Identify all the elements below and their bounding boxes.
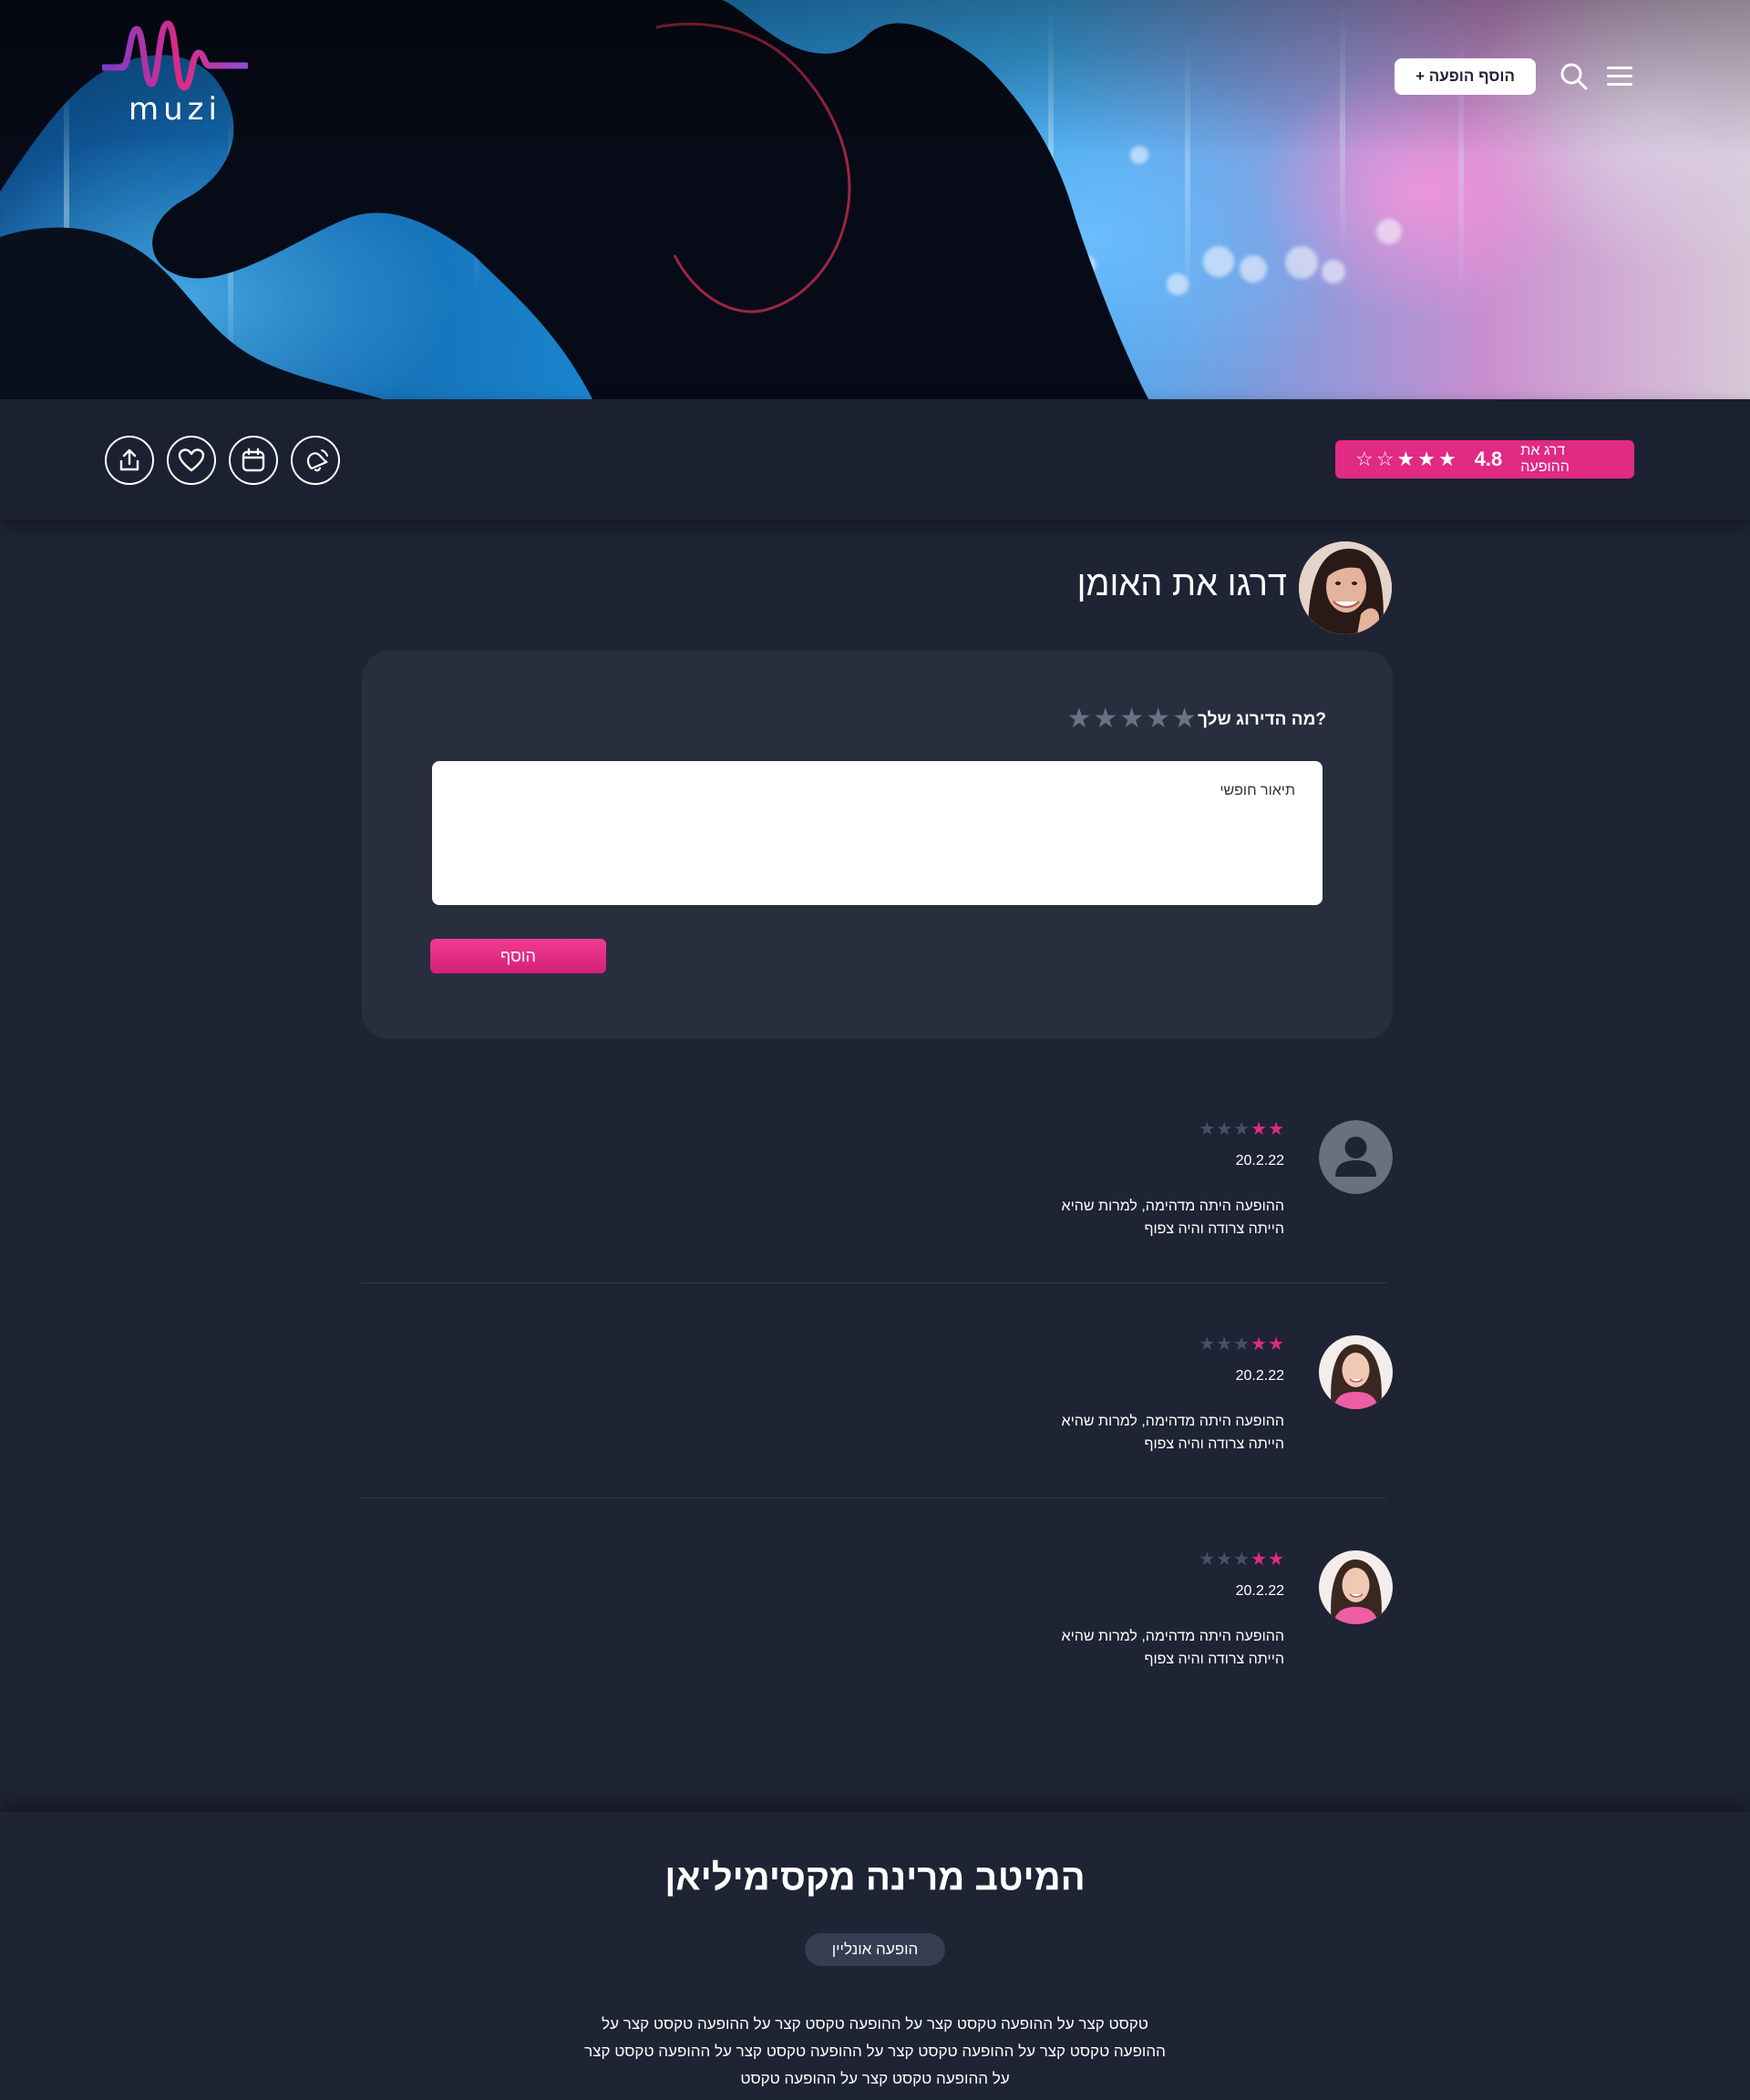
rate-artist-title: דרגו את האומן: [1076, 565, 1287, 603]
event-title: המיטב מרינה מקסימיליאן: [664, 1858, 1086, 1898]
star-empty-icon: ★: [1233, 1549, 1251, 1570]
star-empty-icon: ★: [1216, 1549, 1233, 1570]
star-input-icon[interactable]: ★: [1066, 705, 1091, 733]
rating-input-stars[interactable]: ★ ★ ★ ★ ★: [1066, 705, 1197, 733]
review-text: ההופעה היתה מדהימה, למרות שהיא הייתה צרו…: [1061, 1414, 1284, 1452]
star-outline-icon: ☆: [1355, 448, 1374, 470]
star-input-icon[interactable]: ★: [1093, 705, 1117, 733]
avatar: [1319, 1550, 1393, 1624]
avatar: [1319, 1120, 1393, 1194]
review-text: ההופעה היתה מדהימה, למרות שהיא הייתה צרו…: [1061, 1199, 1284, 1237]
menu-button[interactable]: [1607, 67, 1632, 87]
star-empty-icon: ★: [1233, 1334, 1251, 1354]
user-photo: [1319, 1550, 1393, 1624]
review-date: 20.2.22: [1235, 1368, 1284, 1384]
star-input-icon[interactable]: ★: [1146, 705, 1170, 733]
notification-icon: [306, 449, 328, 472]
star-empty-icon: ★: [1199, 1334, 1216, 1354]
star-empty-icon: ★: [1216, 1334, 1233, 1354]
divider: [362, 1282, 1386, 1283]
search-button[interactable]: [1560, 62, 1589, 91]
star-empty-icon: ★: [1199, 1119, 1216, 1139]
review-form: מה הדירוג שלך? ★ ★ ★ ★ ★ הוסף: [362, 651, 1393, 1039]
add-show-button[interactable]: + הוסף הופעה: [1395, 58, 1536, 95]
star-filled-icon: ★: [1251, 1119, 1268, 1139]
review-date: 20.2.22: [1235, 1153, 1284, 1168]
review-date: 20.2.22: [1235, 1583, 1284, 1599]
star-empty-icon: ★: [1216, 1119, 1233, 1139]
star-filled-icon: ★: [1268, 1549, 1284, 1570]
add-review-button[interactable]: הוסף: [430, 939, 606, 973]
review-item: ★ ★ ★ ★ ★ 20.2.22 ההופעה היתה מדהימה, למ…: [362, 1550, 1393, 1733]
menu-icon-line: [1607, 75, 1632, 77]
menu-icon-line: [1607, 83, 1632, 86]
share-icon: [119, 448, 139, 471]
review-description-input[interactable]: [432, 761, 1323, 905]
star-filled-icon: ★: [1396, 448, 1415, 470]
menu-icon: [1607, 67, 1632, 69]
review-item: ★ ★ ★ ★ ★ 20.2.22 ההופעה היתה מדהימה, למ…: [362, 1120, 1393, 1302]
star-input-icon[interactable]: ★: [1119, 705, 1144, 733]
rate-show-label: דרג את ההופעה: [1520, 443, 1570, 475]
star-input-icon[interactable]: ★: [1172, 705, 1197, 733]
star-filled-icon: ★: [1268, 1334, 1284, 1354]
star-empty-icon: ★: [1199, 1549, 1216, 1570]
user-photo: [1319, 1335, 1393, 1409]
artist-photo: [1299, 541, 1392, 634]
action-bar: דרג את ההופעה 4.8 ★ ★ ★ ☆ ☆: [0, 399, 1750, 520]
rating-stars: ★ ★ ★ ☆ ☆: [1355, 449, 1457, 469]
logo-wave-icon: [100, 20, 250, 91]
event-info-section: המיטב מרינה מקסימיליאן הופעה אונליין טקס…: [0, 1812, 1750, 2100]
default-user-icon: [1319, 1120, 1393, 1194]
logo-text: muzi: [129, 91, 221, 128]
review-stars: ★ ★ ★ ★ ★: [1199, 1120, 1284, 1138]
star-outline-icon: ☆: [1375, 448, 1395, 470]
star-empty-icon: ★: [1233, 1119, 1251, 1139]
rate-show-button[interactable]: דרג את ההופעה 4.8 ★ ★ ★ ☆ ☆: [1335, 440, 1634, 479]
share-button[interactable]: [105, 436, 154, 485]
star-filled-icon: ★: [1251, 1334, 1268, 1354]
review-stars: ★ ★ ★ ★ ★: [1199, 1335, 1284, 1354]
rating-question-label: מה הדירוג שלך?: [1198, 710, 1326, 729]
star-filled-icon: ★: [1437, 448, 1457, 470]
event-description: טקסט קצר על ההופעה טקסט קצר על ההופעה טק…: [584, 2015, 1166, 2087]
event-type-tag: הופעה אונליין: [805, 1933, 945, 1966]
favorite-button[interactable]: [167, 436, 216, 485]
notification-button[interactable]: [291, 436, 340, 485]
calendar-icon: [242, 448, 265, 472]
search-icon: [1560, 63, 1588, 90]
muzi-logo[interactable]: muzi: [100, 20, 250, 128]
heart-icon: [178, 448, 205, 472]
star-filled-icon: ★: [1417, 448, 1436, 470]
rating-value: 4.8: [1474, 448, 1503, 470]
review-stars: ★ ★ ★ ★ ★: [1199, 1550, 1284, 1569]
star-filled-icon: ★: [1268, 1119, 1284, 1139]
review-item: ★ ★ ★ ★ ★ 20.2.22 ההופעה היתה מדהימה, למ…: [362, 1335, 1393, 1518]
artist-avatar: [1299, 541, 1392, 634]
review-text: ההופעה היתה מדהימה, למרות שהיא הייתה צרו…: [1061, 1629, 1284, 1667]
calendar-button[interactable]: [229, 436, 278, 485]
avatar: [1319, 1335, 1393, 1409]
star-filled-icon: ★: [1251, 1549, 1268, 1570]
